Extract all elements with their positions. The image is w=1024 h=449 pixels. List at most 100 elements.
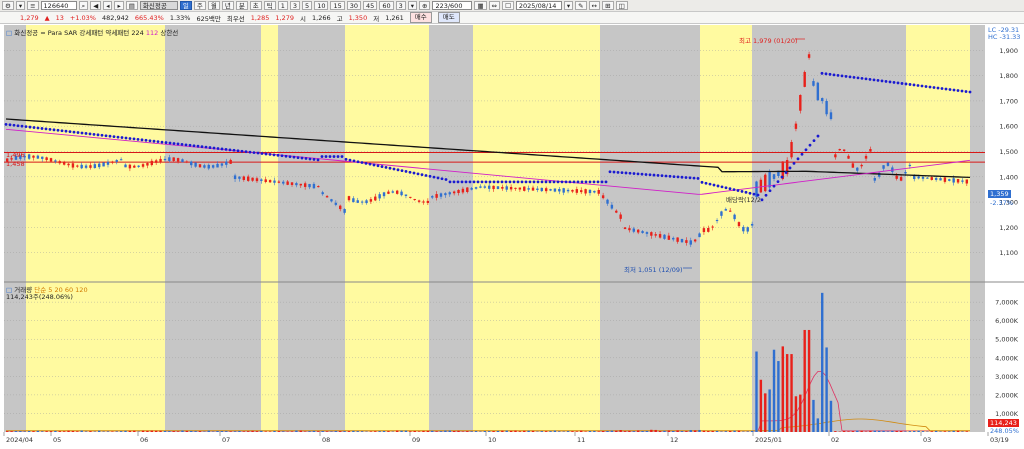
- sar-dot: [348, 158, 352, 162]
- candle-body: [580, 190, 583, 193]
- volume-bar: [685, 431, 688, 432]
- candle-body: [956, 179, 960, 183]
- candle-body: [198, 164, 202, 168]
- volume-bar: [680, 431, 684, 432]
- candle-body: [89, 165, 92, 168]
- sar-dot: [852, 75, 856, 79]
- volume-bar: [895, 431, 898, 432]
- sar-dot: [328, 155, 332, 158]
- candle-body: [461, 188, 465, 193]
- candle-body: [821, 98, 824, 102]
- volume-bar: [501, 430, 504, 432]
- sar-dot: [48, 127, 52, 131]
- volume-bar: [851, 431, 855, 432]
- sar-dot: [148, 139, 152, 143]
- sar-dot: [524, 180, 528, 184]
- volume-bar: [422, 430, 425, 432]
- sar-dot: [896, 81, 900, 85]
- candle-body: [163, 158, 167, 161]
- volume-bar: [934, 430, 938, 432]
- sar-dot: [504, 180, 508, 184]
- candle-body: [225, 161, 228, 165]
- candle-body: [62, 162, 66, 165]
- sar-dot: [932, 86, 936, 89]
- candle-body: [711, 226, 714, 228]
- volume-bar: [452, 431, 456, 432]
- candle-body: [597, 190, 600, 194]
- sar-dot: [284, 154, 288, 158]
- candle-body: [216, 163, 219, 168]
- sar-dot: [716, 184, 720, 188]
- sar-dot: [384, 165, 388, 169]
- sar-dot: [792, 161, 796, 165]
- sar-dot: [456, 180, 460, 184]
- volume-bar: [856, 430, 859, 432]
- volume-bar: [882, 430, 885, 432]
- volume-bar: [540, 431, 543, 432]
- sar-dot: [636, 172, 640, 176]
- sar-dot: [516, 180, 520, 184]
- sar-dot: [352, 159, 356, 163]
- volume-bar: [816, 418, 820, 432]
- sar-dot: [780, 175, 784, 179]
- sar-dot: [928, 85, 932, 89]
- candle-body: [286, 181, 289, 185]
- candle-body: [571, 189, 574, 192]
- candle-body: [93, 164, 97, 168]
- sar-dot: [152, 139, 156, 143]
- sar-dot: [248, 150, 252, 154]
- volume-bar: [667, 430, 671, 432]
- date-axis-label: 2024/04: [6, 436, 33, 444]
- legend-ma-112: 112: [145, 29, 159, 37]
- volume-bar: [299, 430, 302, 432]
- sar-dot: [596, 180, 600, 184]
- candle-body: [544, 188, 548, 192]
- candle-body: [886, 162, 890, 166]
- volume-axis-label: 6,000K: [995, 317, 1019, 325]
- candle-body: [378, 194, 381, 199]
- sar-dot: [912, 83, 916, 87]
- candle-body: [720, 211, 723, 216]
- stock-chart[interactable]: 1,9001,8001,7001,6001,5001,4001,3001,200…: [0, 0, 1024, 449]
- sar-dot: [128, 137, 132, 140]
- sar-dot: [624, 171, 628, 175]
- volume-bar: [382, 430, 386, 432]
- volume-bar: [812, 399, 815, 432]
- sar-dot: [684, 176, 688, 179]
- candle-body: [391, 191, 394, 193]
- volume-bar: [676, 430, 679, 432]
- candle-body: [772, 174, 776, 179]
- volume-bar: [615, 430, 618, 432]
- volume-bar: [23, 431, 26, 432]
- sar-dot: [576, 180, 580, 184]
- volume-bar: [448, 430, 451, 432]
- candle-body: [680, 239, 684, 243]
- volume-bar: [360, 431, 364, 432]
- candle-body: [54, 160, 57, 162]
- volume-axis-label: 3,000K: [995, 373, 1019, 381]
- candle-body: [645, 232, 649, 234]
- candle-body: [137, 165, 140, 167]
- sar-dot: [720, 185, 724, 189]
- volume-bar: [597, 431, 600, 432]
- volume-bar: [220, 431, 224, 432]
- volume-bar: [623, 431, 627, 432]
- candle-body: [825, 100, 828, 115]
- candle-body: [128, 164, 132, 169]
- candle-body: [737, 222, 741, 227]
- sar-dot: [572, 180, 576, 184]
- candle-body: [667, 235, 671, 240]
- candle-body: [790, 142, 793, 158]
- candle-body: [536, 188, 539, 191]
- sar-dot: [52, 128, 56, 132]
- volume-bar: [172, 431, 175, 432]
- candle-body: [45, 157, 48, 161]
- candle-body: [168, 157, 171, 161]
- candle-body: [190, 161, 193, 166]
- sar-dot: [400, 169, 404, 173]
- sar-dot: [712, 183, 716, 187]
- sar-dot: [924, 85, 928, 88]
- volume-bar: [619, 430, 622, 432]
- sar-dot: [240, 149, 244, 153]
- candle-body: [729, 210, 732, 212]
